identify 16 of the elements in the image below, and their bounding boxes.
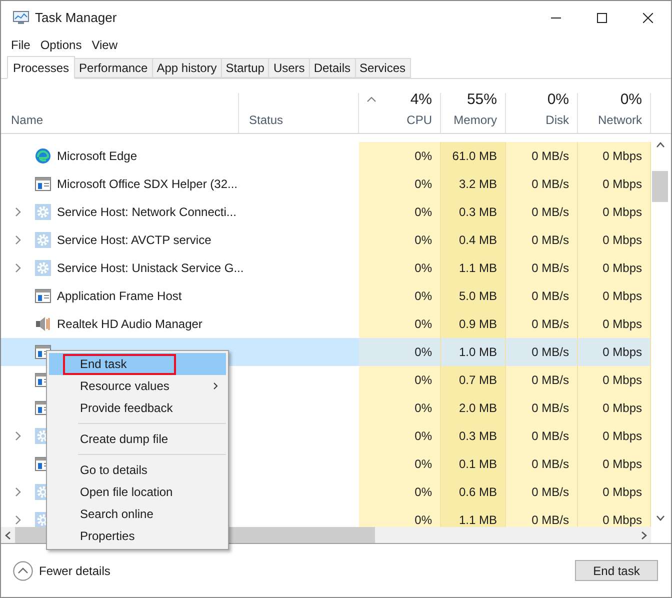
metric-cell-text: 0 Mbps [602,344,642,361]
process-name: Application Frame Host [57,288,182,305]
column-total: 0% [620,91,642,109]
process-name: Realtek HD Audio Manager [57,316,202,333]
process-name: Microsoft Office SDX Helper (32... [57,176,238,193]
process-name: Service Host: Network Connecti... [57,204,236,221]
metric-cell-text: 0 MB/s [532,344,569,361]
process-name: Service Host: Unistack Service G... [57,260,244,277]
process-name: Microsoft Edge [57,148,138,165]
window-title: Task Manager [35,9,117,28]
process-name: Service Host: AVCTP service [57,232,212,249]
metric-cell-text: 1.0 MB [458,344,497,361]
metric-cell-text: 0% [414,344,432,361]
column-total: 55% [466,91,497,109]
column-total: 4% [410,91,432,109]
column-total: 0% [547,91,569,109]
